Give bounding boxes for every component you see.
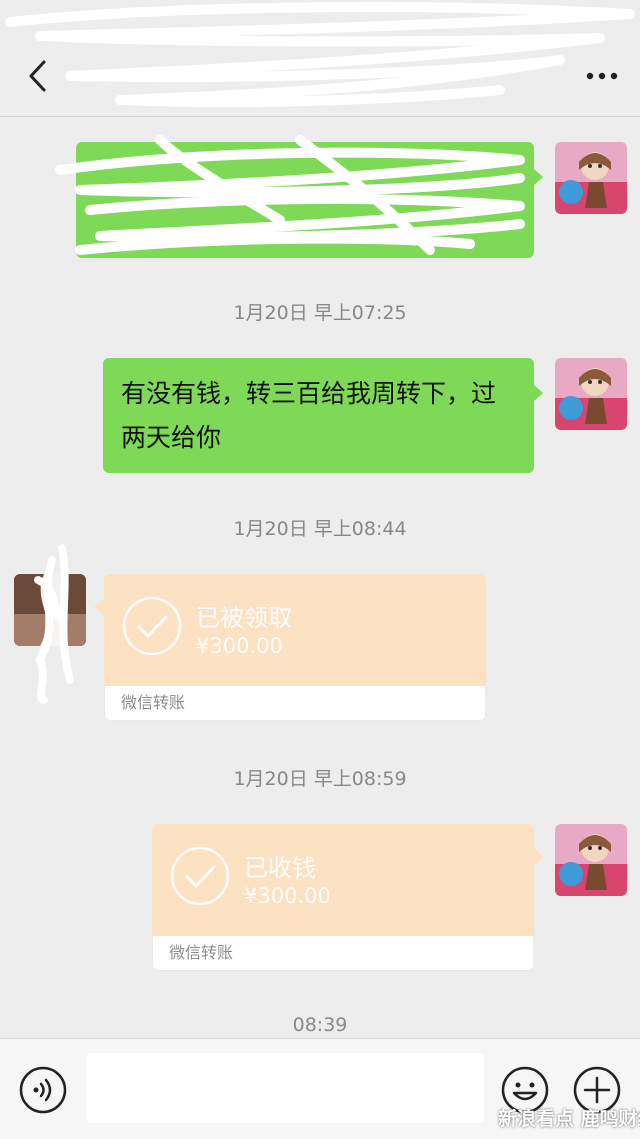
avatar-self[interactable] xyxy=(555,824,627,896)
text-message-bubble[interactable]: 有没有钱，转三百给我周转下，过两天给你 xyxy=(103,358,543,473)
redacted-avatar-image xyxy=(14,574,86,646)
timestamp: 1月20日 早上08:59 xyxy=(233,768,407,790)
doll-avatar-image xyxy=(555,824,627,896)
more-button[interactable] xyxy=(580,54,624,98)
timestamp: 1月20日 早上07:25 xyxy=(233,302,407,324)
message-input[interactable] xyxy=(86,1053,484,1123)
chevron-left-icon xyxy=(29,60,46,92)
more-dots-icon xyxy=(586,72,618,80)
transfer-footer: 微信转账 xyxy=(104,686,486,721)
redacted-message-bubble[interactable] xyxy=(76,142,543,258)
chat-header xyxy=(0,40,640,117)
doll-avatar-image xyxy=(555,358,627,430)
doll-avatar-image xyxy=(555,142,627,214)
transfer-card-money-received[interactable]: 已收钱 ¥300.00 微信转账 xyxy=(152,824,544,971)
transfer-card-top: 已被领取 ¥300.00 xyxy=(94,574,486,686)
transfer-status: 已收钱 xyxy=(244,854,316,882)
avatar-self[interactable] xyxy=(555,142,627,214)
transfer-card-top: 已收钱 ¥300.00 xyxy=(152,824,544,936)
timestamp: 1月20日 早上08:44 xyxy=(233,518,407,540)
timestamp: 08:39 xyxy=(292,1014,348,1036)
check-circle-icon xyxy=(170,846,230,906)
transfer-amount: ¥300.00 xyxy=(244,884,331,908)
transfer-amount: ¥300.00 xyxy=(196,634,283,658)
transfer-status: 已被领取 xyxy=(196,604,292,632)
back-button[interactable] xyxy=(16,54,60,98)
check-circle-icon xyxy=(122,596,182,656)
transfer-footer: 微信转账 xyxy=(152,936,534,971)
message-text: 有没有钱，转三百给我周转下，过两天给你 xyxy=(121,379,497,452)
watermark: 新浪看点 鹿鸣财经 xyxy=(498,1108,640,1130)
transfer-card-received-by-other[interactable]: 已被领取 ¥300.00 微信转账 xyxy=(94,574,486,721)
avatar-self[interactable] xyxy=(555,358,627,430)
avatar-other[interactable] xyxy=(14,574,86,646)
status-bar xyxy=(0,0,640,40)
voice-icon[interactable] xyxy=(18,1065,68,1115)
